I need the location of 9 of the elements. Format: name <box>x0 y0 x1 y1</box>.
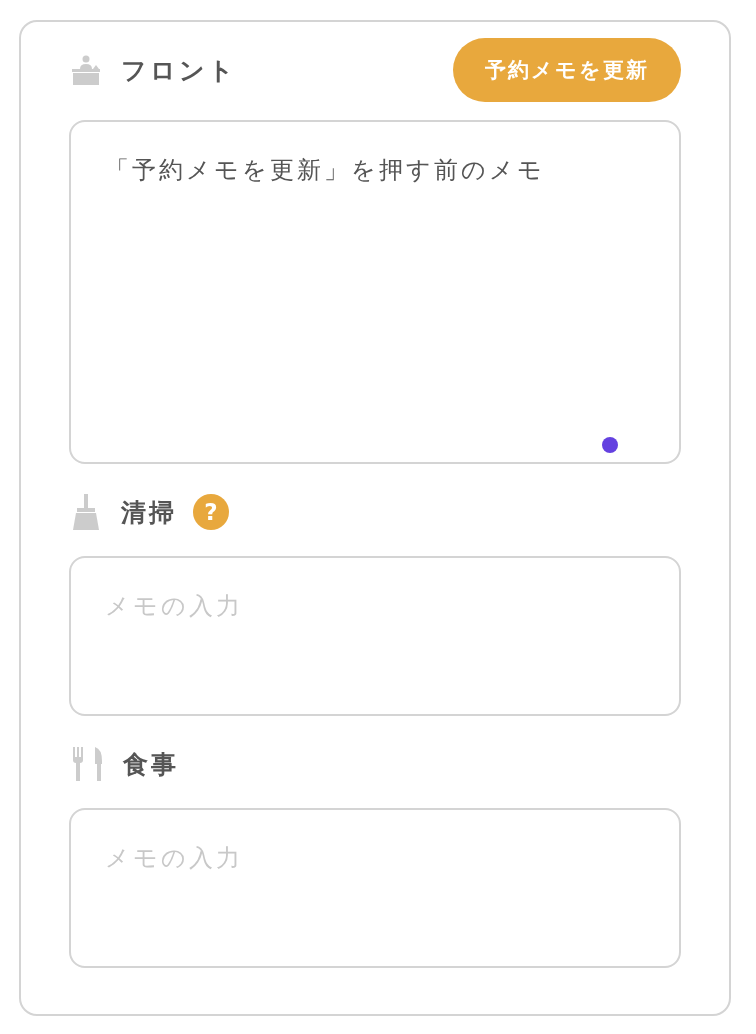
section-title: 食事 <box>123 748 179 781</box>
update-button[interactable]: 予約メモを更新 <box>453 38 681 102</box>
help-icon[interactable]: ? <box>193 494 229 530</box>
section-title: フロント <box>121 54 237 87</box>
reception-desk-icon <box>71 55 101 85</box>
memo-field[interactable]: 「予約メモを更新」を押す前のメモ <box>69 120 681 464</box>
fork-knife-icon <box>71 747 103 781</box>
broom-icon <box>71 494 101 530</box>
section-title: 清掃 <box>121 496 177 529</box>
